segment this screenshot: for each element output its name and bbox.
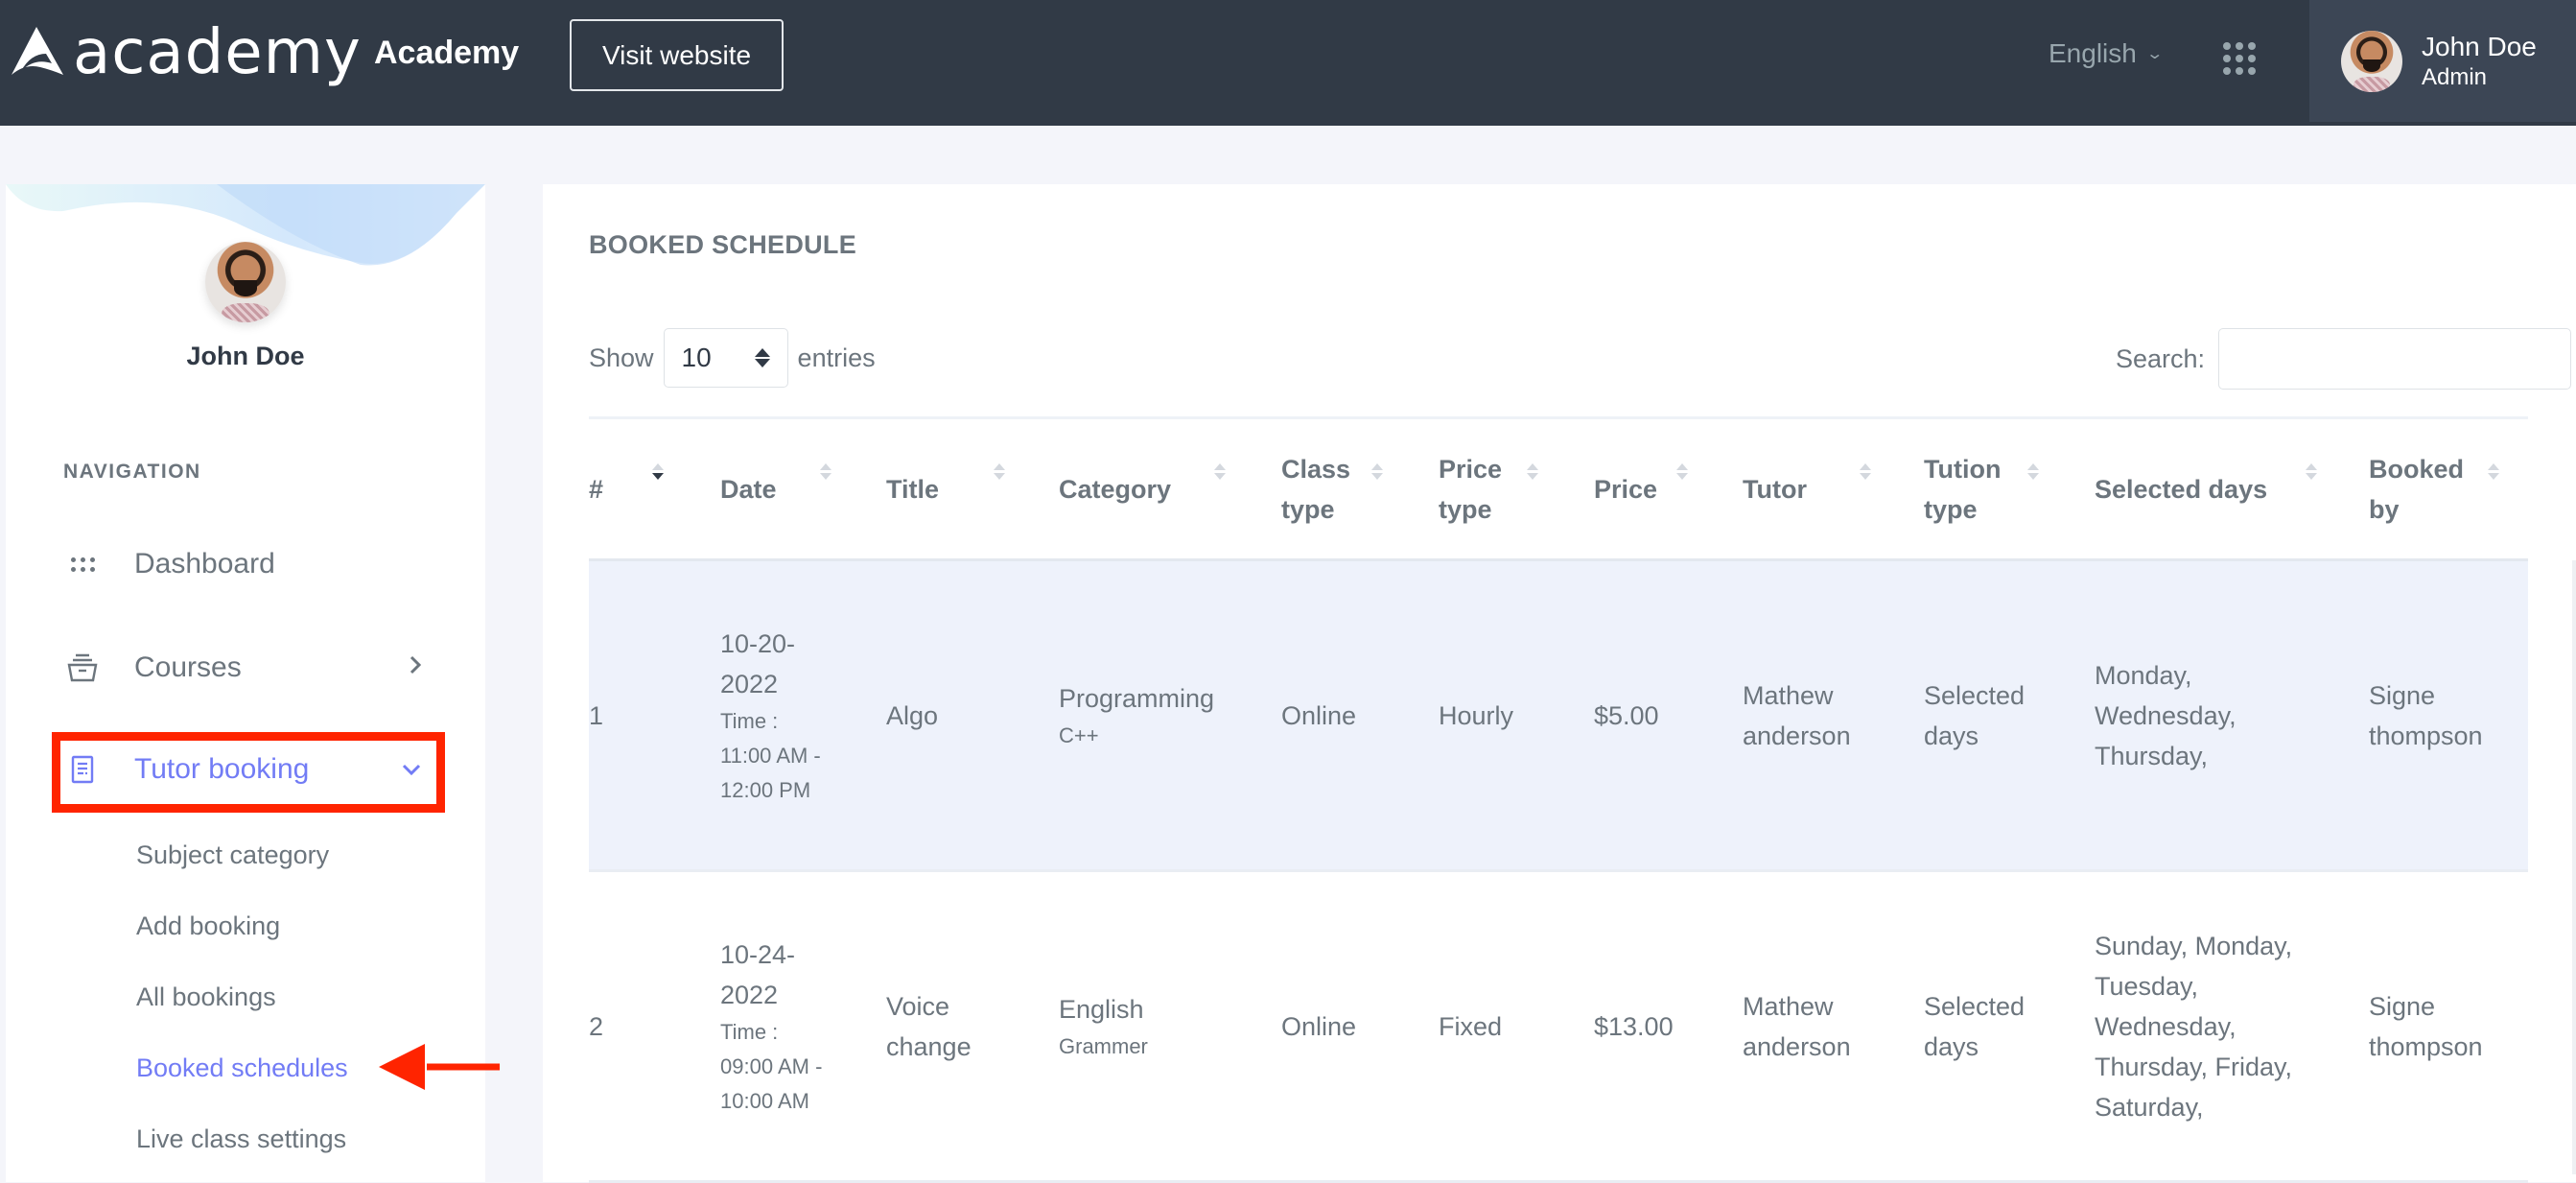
cell-class-type: Online [1281,559,1439,872]
sidebar-item-dashboard[interactable]: Dashboard [63,535,447,593]
sort-icon [1676,463,1688,480]
cell-date: 10-24-2022 Time : 09:00 AM - 10:00 AM [720,870,886,1183]
sub-item-live-class-settings[interactable]: Live class settings [136,1124,346,1154]
language-label: English [2049,38,2137,68]
app-name: Academy [374,35,520,71]
profile-name: John Doe [186,342,305,370]
chevron-right-icon [409,654,422,682]
sort-icon [1214,463,1226,480]
entries-label: entries [797,343,876,372]
sidebar-item-label: Tutor booking [134,753,310,785]
cell-tution-type: Selected days [1924,559,2095,872]
column-header-price-type[interactable]: Price type [1439,416,1594,561]
sort-icon [2027,463,2039,480]
sidebar: John Doe NAVIGATION Dashboard Courses Tu [6,184,485,1182]
apps-grid-icon[interactable] [2223,42,2256,75]
cell-booked-by: Signe thompson [2369,870,2528,1183]
academy-logo[interactable]: academy [8,17,362,88]
booked-schedule-table: # Date Title Category Class type Price t… [589,416,2528,1183]
sort-icon [994,463,1005,480]
entries-per-page-select[interactable]: 10 [663,328,788,388]
column-header-tution-type[interactable]: Tution type [1924,416,2095,561]
sub-item-add-booking[interactable]: Add booking [136,911,280,941]
sort-icon [1371,463,1383,480]
cell-booked-by: Signe thompson [2369,559,2528,872]
cell-number: 1 [589,559,720,872]
column-header-tutor[interactable]: Tutor [1743,416,1924,561]
sidebar-item-tutor-booking[interactable]: Tutor booking [63,741,447,798]
cell-number: 2 [589,870,720,1183]
user-profile-dropdown[interactable]: John Doe Admin [2309,0,2576,122]
cell-price-type: Fixed [1439,870,1594,1183]
chevron-down-icon [401,756,422,783]
sidebar-item-label: Dashboard [134,548,275,580]
profile-avatar [205,242,286,322]
column-header-title[interactable]: Title [886,416,1059,561]
cell-price: $5.00 [1594,559,1743,872]
document-icon [63,755,102,784]
sidebar-item-label: Courses [134,651,242,683]
search-label: Search: [2116,343,2206,373]
search-input[interactable] [2218,328,2572,390]
nav-section-title: NAVIGATION [63,461,201,483]
table-header-row: # Date Title Category Class type Price t… [589,416,2528,561]
user-name: John Doe [2422,31,2537,61]
top-navbar: academy Academy Visit website English ⌄ … [0,0,2576,126]
column-header-category[interactable]: Category [1059,416,1281,561]
show-label: Show [589,343,654,372]
user-role: Admin [2422,63,2488,90]
visit-website-button[interactable]: Visit website [570,19,784,91]
sub-item-booked-schedules[interactable]: Booked schedules [136,1053,348,1083]
table-search: Search: [2116,328,2576,390]
table-row: 1 10-20-2022 Time : 11:00 AM - 12:00 PM … [589,559,2528,872]
cell-category: Programming C++ [1059,559,1281,872]
cell-category: English Grammer [1059,870,1281,1183]
sort-icon [820,463,831,480]
column-header-date[interactable]: Date [720,416,886,561]
column-header-booked-by[interactable]: Booked by [2369,416,2528,561]
cell-selected-days: Monday, Wednesday, Thursday, [2095,559,2369,872]
sort-desc-icon [652,463,664,480]
booked-schedule-card: BOOKED SCHEDULE Show 10 entries Search: … [543,184,2576,1183]
sort-icon [2488,463,2499,480]
column-header-price[interactable]: Price [1594,416,1743,561]
scrollbar[interactable] [2572,560,2576,1174]
dashboard-grid-icon [63,556,102,572]
cell-tution-type: Selected days [1924,870,2095,1183]
cell-class-type: Online [1281,870,1439,1183]
logo-text: academy [73,17,362,88]
language-dropdown[interactable]: English ⌄ [2049,38,2164,69]
sort-icon [2306,463,2317,480]
cell-date: 10-20-2022 Time : 11:00 AM - 12:00 PM [720,559,886,872]
cell-title: Algo [886,559,1059,872]
sort-icon [1527,463,1538,480]
user-avatar [2341,30,2402,92]
chevron-down-icon: ⌄ [2145,46,2164,62]
sub-item-subject-category[interactable]: Subject category [136,840,329,870]
sidebar-item-courses[interactable]: Courses [63,639,447,697]
cell-price-type: Hourly [1439,559,1594,872]
cell-tutor: Mathew anderson [1743,870,1924,1183]
page-length-control: Show 10 entries [589,328,876,388]
cell-price: $13.00 [1594,870,1743,1183]
column-header-selected-days[interactable]: Selected days [2095,416,2369,561]
courses-box-icon [63,653,102,682]
cell-title: Voice change [886,870,1059,1183]
table-row: 2 10-24-2022 Time : 09:00 AM - 10:00 AM … [589,870,2528,1183]
sort-icon [1860,463,1871,480]
cell-selected-days: Sunday, Monday, Tuesday, Wednesday, Thur… [2095,870,2369,1183]
page-title: BOOKED SCHEDULE [589,230,857,259]
cell-tutor: Mathew anderson [1743,559,1924,872]
column-header-class-type[interactable]: Class type [1281,416,1439,561]
select-spinner-icon [754,348,770,367]
sub-item-all-bookings[interactable]: All bookings [136,982,276,1012]
column-header-number[interactable]: # [589,416,720,561]
academy-logo-icon [12,27,63,75]
entries-per-page-value: 10 [681,343,712,372]
